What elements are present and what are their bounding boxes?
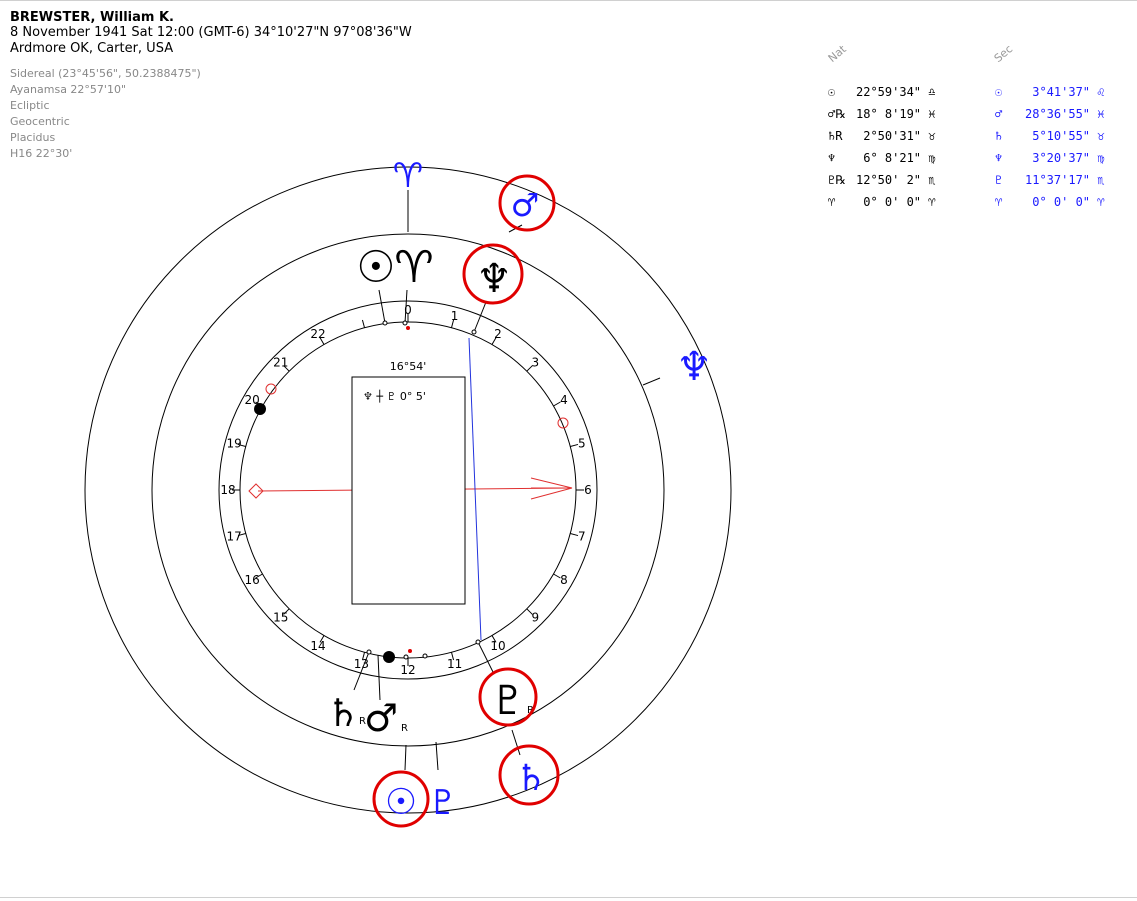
harmonic-dial-chart: 0 12345678910111213141516171819202122 16°…: [84, 156, 732, 828]
dial-number: 8: [560, 573, 568, 587]
dial-number: 10: [490, 639, 505, 653]
natal-saturn-symbol: ♄: [326, 691, 360, 735]
natal-sun-symbol: ☉: [356, 242, 395, 293]
dial-number: 22: [310, 327, 325, 341]
dial-number: 16: [244, 573, 259, 587]
dial-number: 2: [494, 327, 502, 341]
natal-mars-retro: R: [401, 723, 408, 734]
dial-number: 15: [273, 610, 288, 624]
dial-number: 1: [451, 309, 459, 323]
dial-number: 4: [560, 393, 568, 407]
aspect-box: [351, 376, 466, 605]
dial-marker-11: [383, 651, 395, 663]
dial-number: 11: [447, 657, 462, 671]
sec-neptune-symbol: ♆: [676, 344, 712, 390]
dial-number: 7: [578, 530, 586, 544]
dial-number: 3: [531, 356, 539, 370]
dial-dot-11: [408, 649, 412, 653]
sec-aries-symbol: ♈: [393, 156, 423, 196]
aspect-box-text: ♆ ┼ ♇ 0° 5': [363, 389, 426, 403]
natal-pluto-symbol: ♇: [490, 678, 526, 724]
dial-number: 14: [310, 639, 325, 653]
dial-number: 12: [400, 663, 415, 677]
natal-mars-symbol: ♂: [364, 696, 398, 740]
dial-tick: [570, 532, 579, 537]
dial-tick: [361, 319, 366, 328]
dial-number: 6: [584, 483, 592, 497]
dial-number: 5: [578, 436, 586, 450]
dial-marker-4: [254, 403, 266, 415]
dial-tick: [570, 443, 579, 448]
dial-number: 18: [220, 483, 235, 497]
dial-number: 21: [273, 356, 288, 370]
natal-neptune-symbol: ♆: [476, 256, 512, 302]
sec-pluto-symbol: ♇: [428, 783, 458, 823]
dial-number: 17: [226, 530, 241, 544]
center-degree: 16°54': [390, 360, 427, 373]
sec-saturn-symbol: ♄: [515, 758, 547, 799]
natal-aries-symbol: ♈: [394, 242, 433, 293]
dial-dot-0: [406, 326, 410, 330]
dial-number: 19: [226, 436, 241, 450]
sec-sun-symbol: ☉: [385, 782, 417, 823]
dial-number: 9: [531, 610, 539, 624]
sec-mars-symbol: ♂: [511, 186, 540, 224]
